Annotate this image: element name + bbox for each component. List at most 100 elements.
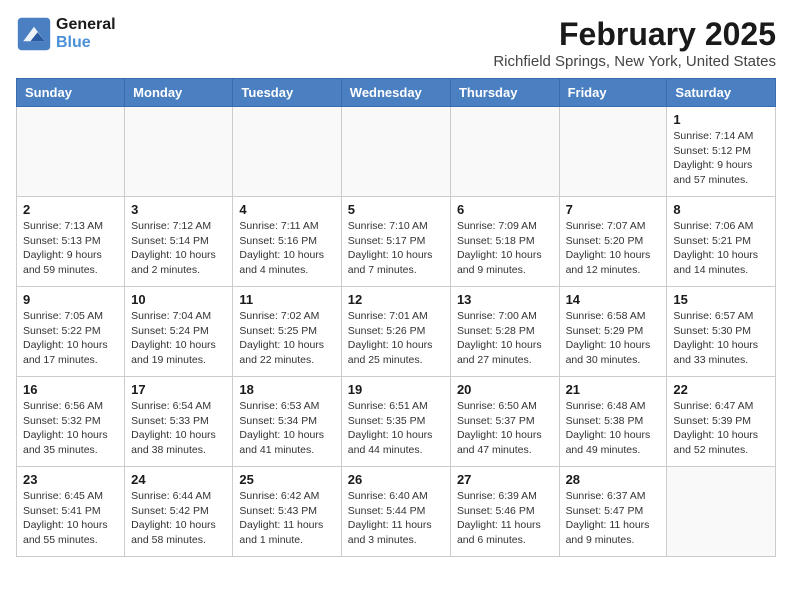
week-row-1: 1 Sunrise: 7:14 AM Sunset: 5:12 PM Daylig… xyxy=(17,107,776,197)
calendar-cell: 27 Sunrise: 6:39 AM Sunset: 5:46 PM Dayli… xyxy=(450,467,559,557)
calendar-cell xyxy=(17,107,125,197)
day-number: 15 xyxy=(673,292,769,307)
page-header: General Blue February 2025 Richfield Spr… xyxy=(16,16,776,70)
header-sunday: Sunday xyxy=(17,79,125,107)
week-row-5: 23 Sunrise: 6:45 AM Sunset: 5:41 PM Dayli… xyxy=(17,467,776,557)
calendar-cell: 7 Sunrise: 7:07 AM Sunset: 5:20 PM Daylig… xyxy=(559,197,667,287)
day-number: 22 xyxy=(673,382,769,397)
day-number: 5 xyxy=(348,202,444,217)
calendar-cell: 20 Sunrise: 6:50 AM Sunset: 5:37 PM Dayli… xyxy=(450,377,559,467)
header-wednesday: Wednesday xyxy=(341,79,450,107)
day-info: Sunrise: 7:13 AM Sunset: 5:13 PM Dayligh… xyxy=(23,219,118,278)
calendar-table: SundayMondayTuesdayWednesdayThursdayFrid… xyxy=(16,78,776,557)
day-number: 13 xyxy=(457,292,553,307)
day-info: Sunrise: 6:57 AM Sunset: 5:30 PM Dayligh… xyxy=(673,309,769,368)
logo-icon xyxy=(16,16,52,52)
calendar-cell: 19 Sunrise: 6:51 AM Sunset: 5:35 PM Dayli… xyxy=(341,377,450,467)
day-info: Sunrise: 6:40 AM Sunset: 5:44 PM Dayligh… xyxy=(348,489,444,548)
day-number: 17 xyxy=(131,382,226,397)
day-number: 4 xyxy=(239,202,334,217)
day-number: 25 xyxy=(239,472,334,487)
day-number: 20 xyxy=(457,382,553,397)
day-number: 18 xyxy=(239,382,334,397)
calendar-cell: 23 Sunrise: 6:45 AM Sunset: 5:41 PM Dayli… xyxy=(17,467,125,557)
calendar-header-row: SundayMondayTuesdayWednesdayThursdayFrid… xyxy=(17,79,776,107)
header-friday: Friday xyxy=(559,79,667,107)
header-tuesday: Tuesday xyxy=(233,79,341,107)
header-monday: Monday xyxy=(125,79,233,107)
calendar-cell: 1 Sunrise: 7:14 AM Sunset: 5:12 PM Daylig… xyxy=(667,107,776,197)
day-info: Sunrise: 7:07 AM Sunset: 5:20 PM Dayligh… xyxy=(566,219,661,278)
calendar-cell: 18 Sunrise: 6:53 AM Sunset: 5:34 PM Dayli… xyxy=(233,377,341,467)
calendar-cell: 4 Sunrise: 7:11 AM Sunset: 5:16 PM Daylig… xyxy=(233,197,341,287)
day-info: Sunrise: 7:12 AM Sunset: 5:14 PM Dayligh… xyxy=(131,219,226,278)
day-number: 2 xyxy=(23,202,118,217)
day-number: 10 xyxy=(131,292,226,307)
day-number: 3 xyxy=(131,202,226,217)
calendar-cell: 2 Sunrise: 7:13 AM Sunset: 5:13 PM Daylig… xyxy=(17,197,125,287)
day-info: Sunrise: 7:11 AM Sunset: 5:16 PM Dayligh… xyxy=(239,219,334,278)
header-thursday: Thursday xyxy=(450,79,559,107)
title-area: February 2025 Richfield Springs, New Yor… xyxy=(493,16,776,70)
calendar-cell: 25 Sunrise: 6:42 AM Sunset: 5:43 PM Dayli… xyxy=(233,467,341,557)
day-info: Sunrise: 7:00 AM Sunset: 5:28 PM Dayligh… xyxy=(457,309,553,368)
calendar-cell: 11 Sunrise: 7:02 AM Sunset: 5:25 PM Dayli… xyxy=(233,287,341,377)
day-info: Sunrise: 6:53 AM Sunset: 5:34 PM Dayligh… xyxy=(239,399,334,458)
day-info: Sunrise: 6:58 AM Sunset: 5:29 PM Dayligh… xyxy=(566,309,661,368)
day-info: Sunrise: 6:37 AM Sunset: 5:47 PM Dayligh… xyxy=(566,489,661,548)
day-number: 7 xyxy=(566,202,661,217)
logo-text: General Blue xyxy=(56,16,116,52)
calendar-cell: 5 Sunrise: 7:10 AM Sunset: 5:17 PM Daylig… xyxy=(341,197,450,287)
day-info: Sunrise: 6:44 AM Sunset: 5:42 PM Dayligh… xyxy=(131,489,226,548)
calendar-cell xyxy=(341,107,450,197)
day-number: 6 xyxy=(457,202,553,217)
day-number: 23 xyxy=(23,472,118,487)
day-number: 14 xyxy=(566,292,661,307)
calendar-cell: 9 Sunrise: 7:05 AM Sunset: 5:22 PM Daylig… xyxy=(17,287,125,377)
calendar-cell: 24Sunrise: 6:44 AM Sunset: 5:42 PM Dayli… xyxy=(125,467,233,557)
day-info: Sunrise: 6:42 AM Sunset: 5:43 PM Dayligh… xyxy=(239,489,334,548)
day-info: Sunrise: 7:01 AM Sunset: 5:26 PM Dayligh… xyxy=(348,309,444,368)
day-info: Sunrise: 7:14 AM Sunset: 5:12 PM Dayligh… xyxy=(673,129,769,188)
calendar-cell: 21Sunrise: 6:48 AM Sunset: 5:38 PM Dayli… xyxy=(559,377,667,467)
day-info: Sunrise: 7:10 AM Sunset: 5:17 PM Dayligh… xyxy=(348,219,444,278)
calendar-cell xyxy=(667,467,776,557)
day-number: 27 xyxy=(457,472,553,487)
calendar-cell: 8Sunrise: 7:06 AM Sunset: 5:21 PM Daylig… xyxy=(667,197,776,287)
day-number: 9 xyxy=(23,292,118,307)
calendar-cell: 15 Sunrise: 6:57 AM Sunset: 5:30 PM Dayli… xyxy=(667,287,776,377)
day-info: Sunrise: 7:05 AM Sunset: 5:22 PM Dayligh… xyxy=(23,309,118,368)
calendar-cell: 6 Sunrise: 7:09 AM Sunset: 5:18 PM Daylig… xyxy=(450,197,559,287)
day-number: 19 xyxy=(348,382,444,397)
day-info: Sunrise: 6:56 AM Sunset: 5:32 PM Dayligh… xyxy=(23,399,118,458)
week-row-3: 9 Sunrise: 7:05 AM Sunset: 5:22 PM Daylig… xyxy=(17,287,776,377)
calendar-cell xyxy=(233,107,341,197)
calendar-cell xyxy=(559,107,667,197)
day-info: Sunrise: 6:48 AM Sunset: 5:38 PM Dayligh… xyxy=(566,399,661,458)
day-info: Sunrise: 7:09 AM Sunset: 5:18 PM Dayligh… xyxy=(457,219,553,278)
calendar-cell: 3 Sunrise: 7:12 AM Sunset: 5:14 PM Daylig… xyxy=(125,197,233,287)
calendar-cell: 12 Sunrise: 7:01 AM Sunset: 5:26 PM Dayli… xyxy=(341,287,450,377)
day-number: 12 xyxy=(348,292,444,307)
week-row-4: 16Sunrise: 6:56 AM Sunset: 5:32 PM Dayli… xyxy=(17,377,776,467)
calendar-cell xyxy=(125,107,233,197)
logo: General Blue xyxy=(16,16,116,52)
day-info: Sunrise: 6:39 AM Sunset: 5:46 PM Dayligh… xyxy=(457,489,553,548)
month-title: February 2025 xyxy=(493,16,776,53)
day-info: Sunrise: 6:51 AM Sunset: 5:35 PM Dayligh… xyxy=(348,399,444,458)
calendar-cell: 22 Sunrise: 6:47 AM Sunset: 5:39 PM Dayli… xyxy=(667,377,776,467)
day-number: 11 xyxy=(239,292,334,307)
day-info: Sunrise: 6:47 AM Sunset: 5:39 PM Dayligh… xyxy=(673,399,769,458)
calendar-cell: 14 Sunrise: 6:58 AM Sunset: 5:29 PM Dayli… xyxy=(559,287,667,377)
calendar-cell: 26Sunrise: 6:40 AM Sunset: 5:44 PM Dayli… xyxy=(341,467,450,557)
day-number: 28 xyxy=(566,472,661,487)
calendar-cell: 10Sunrise: 7:04 AM Sunset: 5:24 PM Dayli… xyxy=(125,287,233,377)
day-info: Sunrise: 6:50 AM Sunset: 5:37 PM Dayligh… xyxy=(457,399,553,458)
day-info: Sunrise: 7:02 AM Sunset: 5:25 PM Dayligh… xyxy=(239,309,334,368)
day-info: Sunrise: 7:06 AM Sunset: 5:21 PM Dayligh… xyxy=(673,219,769,278)
calendar-cell: 17Sunrise: 6:54 AM Sunset: 5:33 PM Dayli… xyxy=(125,377,233,467)
location-title: Richfield Springs, New York, United Stat… xyxy=(493,53,776,70)
header-saturday: Saturday xyxy=(667,79,776,107)
day-number: 1 xyxy=(673,112,769,127)
day-info: Sunrise: 6:45 AM Sunset: 5:41 PM Dayligh… xyxy=(23,489,118,548)
